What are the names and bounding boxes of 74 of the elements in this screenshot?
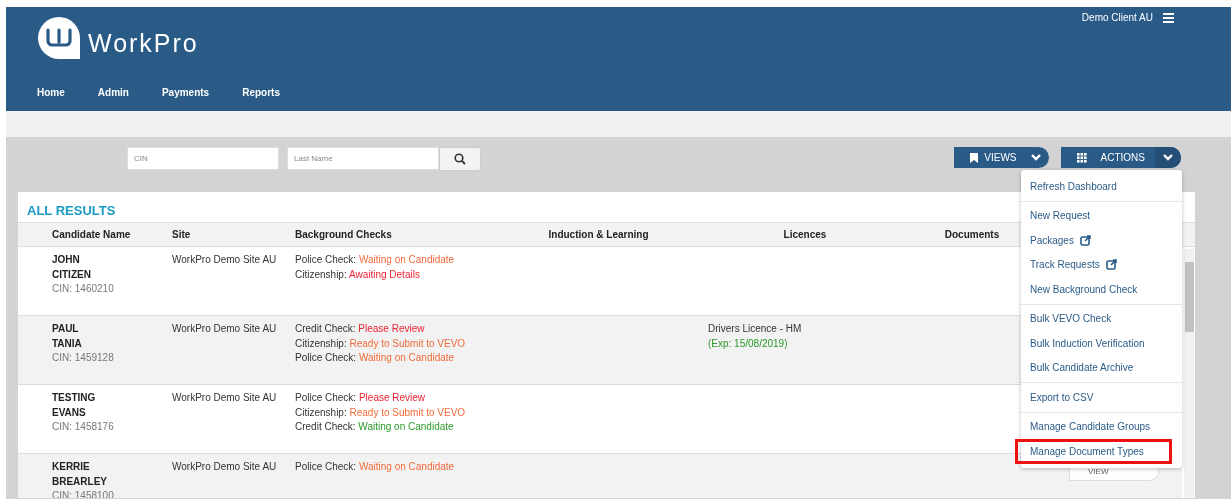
menu-item[interactable]: Export to CSV bbox=[1021, 385, 1182, 410]
check-status: Waiting on Candidate bbox=[358, 461, 455, 472]
menu-item[interactable]: Track Requests bbox=[1021, 252, 1182, 277]
nav-link[interactable]: Payments bbox=[161, 84, 210, 100]
menu-item[interactable]: Refresh Dashboard bbox=[1021, 174, 1182, 199]
candidate-name[interactable]: JOHN bbox=[52, 253, 172, 268]
candidate-name[interactable]: PAUL bbox=[52, 322, 172, 337]
menu-item[interactable]: Bulk VEVO Check bbox=[1021, 306, 1182, 331]
check-label: Citizenship: bbox=[295, 268, 347, 280]
search-icon bbox=[454, 153, 466, 165]
menu-item[interactable]: New Background Check bbox=[1021, 277, 1182, 302]
licence-name: Drivers Licence - HM bbox=[708, 322, 803, 336]
check-status: Waiting on Candidate bbox=[358, 421, 454, 432]
check-status: Ready to Submit to VEVO bbox=[349, 337, 466, 349]
candidate-id: CIN: 1459128 bbox=[52, 351, 115, 365]
column-header: Induction & Learning bbox=[548, 229, 649, 240]
candidate-name[interactable]: EVANS bbox=[52, 405, 172, 420]
actions-button[interactable]: ACTIONS bbox=[1060, 147, 1181, 168]
check-label: Citizenship: bbox=[295, 406, 347, 418]
site-name: WorkPro Demo Site AU bbox=[172, 392, 277, 403]
menu-item[interactable]: Manage Candidate Groups bbox=[1021, 414, 1182, 439]
check-label: Police Check: bbox=[295, 461, 357, 472]
check-status: Please Review bbox=[358, 392, 426, 403]
client-name[interactable]: Demo Client AU bbox=[1081, 10, 1153, 25]
bookmark-icon bbox=[970, 152, 979, 163]
results-title: ALL RESULTS bbox=[27, 202, 116, 220]
check-status: Ready to Submit to VEVO bbox=[349, 406, 466, 418]
check-status: Awaiting Details bbox=[348, 268, 420, 280]
check-label: Credit Check: bbox=[295, 421, 356, 432]
menu-icon[interactable] bbox=[1163, 12, 1174, 23]
nav-link[interactable]: Home bbox=[37, 84, 65, 100]
column-header: Documents bbox=[944, 229, 1000, 240]
site-name: WorkPro Demo Site AU bbox=[172, 461, 277, 472]
menu-item[interactable]: Bulk Candidate Archive bbox=[1021, 355, 1182, 380]
grid-icon bbox=[1076, 152, 1087, 163]
column-header: Licences bbox=[783, 229, 827, 240]
column-header: Site bbox=[172, 229, 191, 240]
candidate-id: CIN: 1458176 bbox=[52, 420, 115, 434]
search-button[interactable] bbox=[439, 147, 481, 171]
column-header: Background Checks bbox=[295, 229, 392, 240]
check-status: Please Review bbox=[358, 323, 425, 334]
check-label: Police Check: bbox=[295, 254, 357, 265]
check-status: Waiting on Candidate bbox=[358, 254, 455, 265]
search-field[interactable]: Last Name bbox=[287, 147, 439, 170]
check-status: Waiting on Candidate bbox=[358, 352, 455, 363]
search-field[interactable]: CIN bbox=[127, 147, 279, 170]
check-label: Police Check: bbox=[295, 392, 357, 403]
candidate-name[interactable]: TESTING bbox=[52, 391, 172, 406]
logo-icon bbox=[37, 16, 82, 62]
candidate-id: CIN: 1460210 bbox=[52, 282, 115, 296]
site-name: WorkPro Demo Site AU bbox=[172, 254, 277, 265]
candidate-name[interactable]: KERRIE bbox=[52, 460, 172, 475]
check-label: Credit Check: bbox=[295, 323, 356, 334]
menu-item[interactable]: Manage Document Types bbox=[1015, 439, 1172, 464]
nav-link[interactable]: Admin bbox=[97, 84, 129, 100]
site-name: WorkPro Demo Site AU bbox=[172, 323, 277, 334]
nav-link[interactable]: Reports bbox=[242, 84, 280, 100]
chevron-down-icon bbox=[1163, 154, 1173, 161]
candidate-name[interactable]: TANIA bbox=[52, 336, 172, 351]
check-label: Citizenship: bbox=[295, 337, 347, 349]
candidate-name[interactable]: CITIZEN bbox=[52, 267, 172, 282]
scrollbar[interactable] bbox=[1184, 249, 1194, 498]
chevron-down-icon bbox=[1030, 154, 1041, 161]
brand-name: WorkPro bbox=[88, 28, 199, 59]
menu-item[interactable]: Packages bbox=[1021, 228, 1182, 253]
views-button[interactable]: VIEWS bbox=[954, 147, 1049, 168]
external-link-icon bbox=[1105, 259, 1117, 271]
menu-item[interactable]: New Request bbox=[1021, 203, 1182, 228]
check-label: Police Check: bbox=[295, 352, 357, 363]
menu-item[interactable]: Bulk Induction Verification bbox=[1021, 331, 1182, 356]
candidate-name[interactable]: BREARLEY bbox=[52, 474, 172, 489]
column-header: Candidate Name bbox=[52, 229, 131, 240]
licence-expiry: (Exp: 15/08/2019) bbox=[708, 336, 789, 351]
external-link-icon bbox=[1079, 234, 1091, 246]
